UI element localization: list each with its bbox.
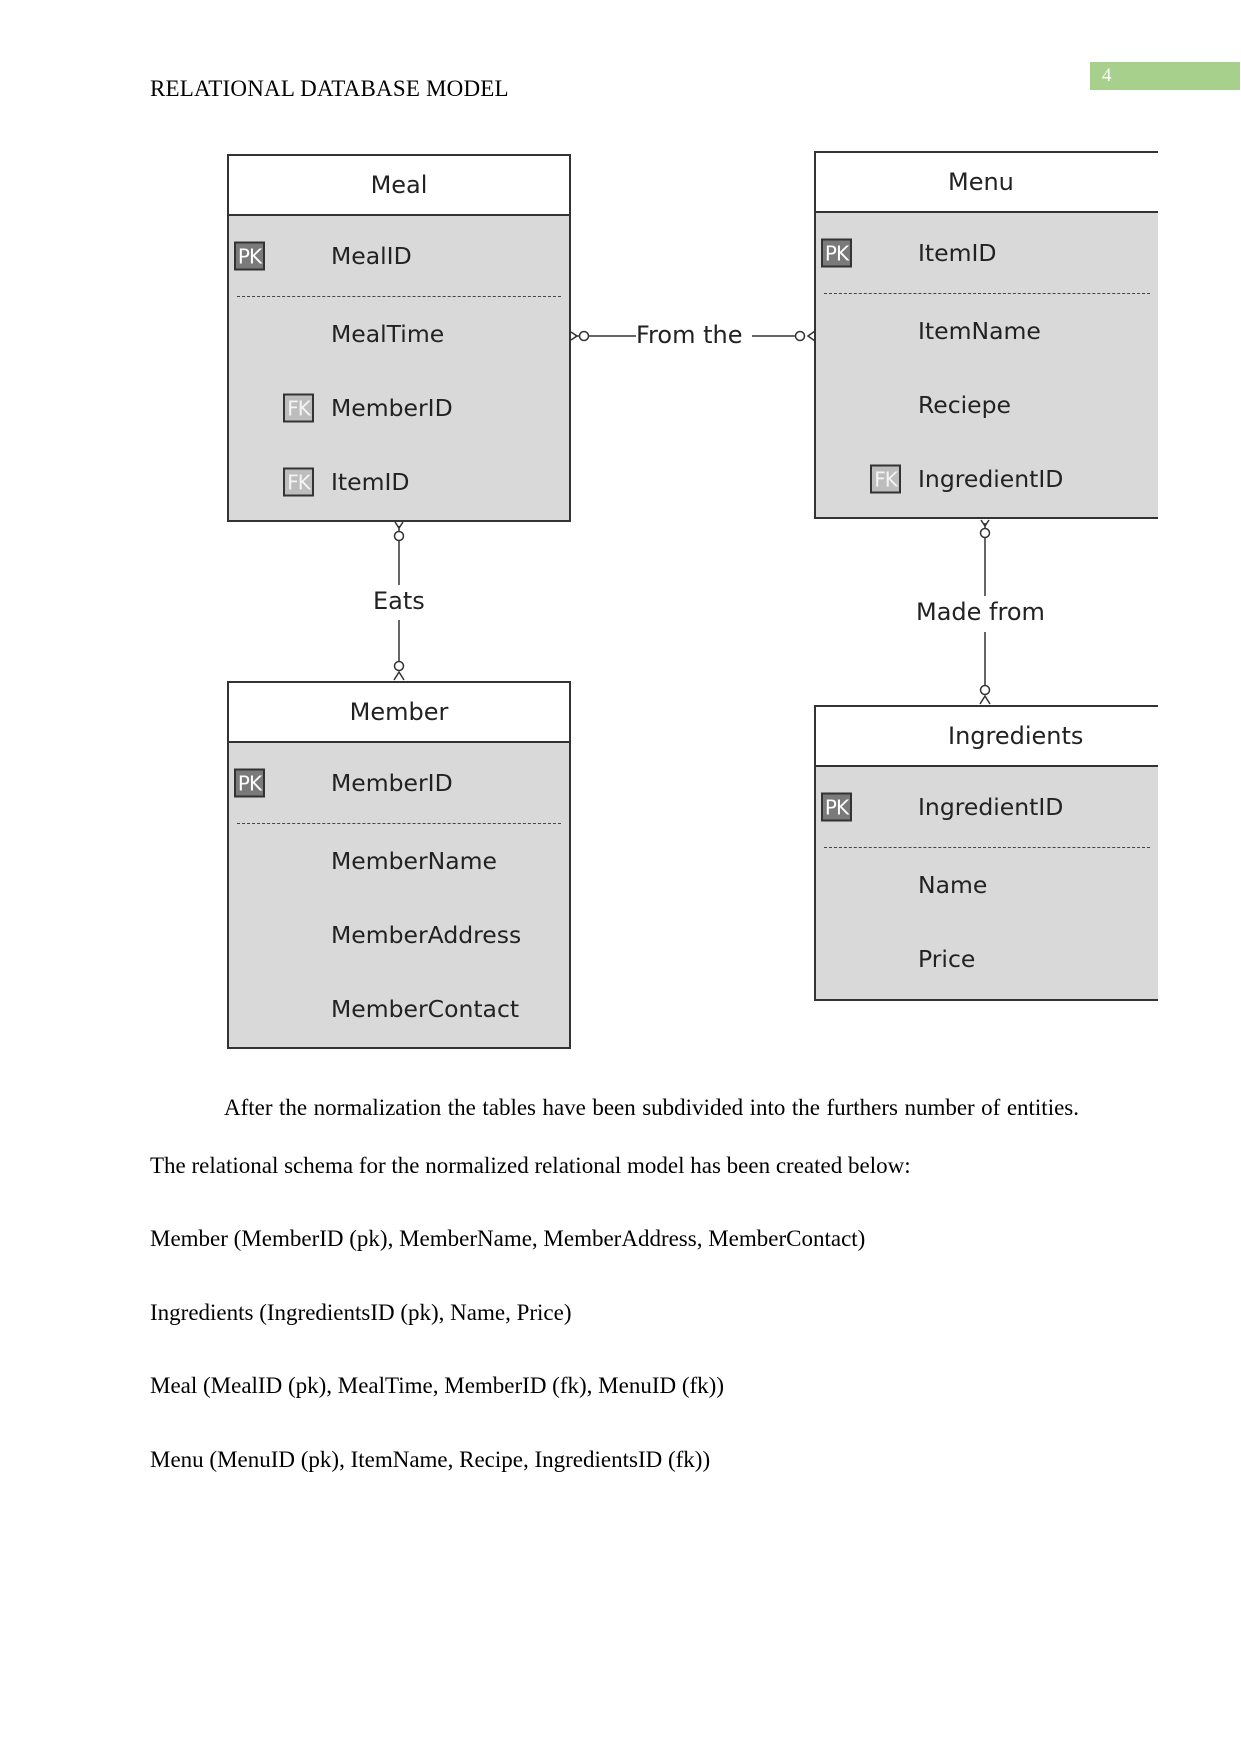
- schema-line-member: Member (MemberID (pk), MemberName, Membe…: [150, 1226, 866, 1251]
- optional-circle-icon: [979, 684, 991, 696]
- attribute-row: MemberAddress: [229, 898, 569, 972]
- attribute-row: FK ItemID: [229, 445, 569, 519]
- foreign-key-icon: FK: [283, 467, 314, 497]
- attribute-name: ItemID: [918, 239, 997, 267]
- entity-title: Member: [229, 683, 569, 743]
- attribute-name: MemberAddress: [331, 921, 522, 949]
- attribute-row: MemberName: [229, 824, 569, 898]
- schema-line-menu: Menu (MenuID (pk), ItemName, Recipe, Ing…: [150, 1447, 711, 1472]
- attribute-name: IngredientID: [918, 793, 1064, 821]
- entity-title: Menu: [816, 153, 1158, 213]
- entity-meal[interactable]: Meal PK MealID MealTime FK MemberID FK I…: [227, 154, 571, 522]
- attribute-name: MemberID: [331, 769, 453, 797]
- entity-ingredients[interactable]: Ingredients PK IngredientID Name Price: [814, 705, 1158, 1001]
- attribute-name: Name: [918, 871, 988, 899]
- primary-key-icon: PK: [234, 768, 265, 798]
- primary-key-icon: PK: [821, 238, 852, 268]
- optional-circle-icon: [393, 660, 405, 672]
- entity-title: Meal: [229, 156, 569, 216]
- attribute-name: MealID: [331, 242, 412, 270]
- attribute-row: MealTime: [229, 297, 569, 371]
- relationship-label-from-the: From the: [636, 321, 743, 349]
- attribute-name: MemberContact: [331, 995, 520, 1023]
- attribute-row: Price: [816, 922, 1158, 996]
- attribute-name: MemberName: [331, 847, 497, 875]
- optional-circle-icon: [979, 527, 991, 539]
- entity-member[interactable]: Member PK MemberID MemberName MemberAddr…: [227, 681, 571, 1049]
- body-paragraph: After the normalization the tables have …: [150, 1079, 1079, 1195]
- attribute-row: Name: [816, 848, 1158, 922]
- attribute-name: Price: [918, 945, 976, 973]
- attribute-row: ItemName: [816, 294, 1158, 368]
- attribute-name: ItemName: [918, 317, 1041, 345]
- er-diagram: Meal PK MealID MealTime FK MemberID FK I…: [0, 0, 1241, 1100]
- foreign-key-icon: FK: [870, 464, 901, 494]
- attribute-row-pk: PK IngredientID: [816, 767, 1158, 847]
- attribute-row: Reciepe: [816, 368, 1158, 442]
- body-paragraph-text: After the normalization the tables have …: [150, 1095, 1079, 1178]
- relationship-label-made-from: Made from: [916, 598, 1045, 626]
- foreign-key-icon: FK: [283, 393, 314, 423]
- attribute-row-pk: PK ItemID: [816, 213, 1158, 293]
- attribute-row: FK MemberID: [229, 371, 569, 445]
- primary-key-icon: PK: [234, 241, 265, 271]
- entity-menu[interactable]: Menu PK ItemID ItemName Reciepe FK Ingre…: [814, 151, 1158, 519]
- attribute-name: MemberID: [331, 394, 453, 422]
- optional-circle-icon: [578, 330, 590, 342]
- attribute-name: Reciepe: [918, 391, 1012, 419]
- crows-foot-icon: [979, 694, 991, 705]
- crows-foot-icon: [393, 670, 405, 681]
- schema-line-ingredients: Ingredients (IngredientsID (pk), Name, P…: [150, 1300, 572, 1325]
- attribute-row-pk: PK MealID: [229, 216, 569, 296]
- attribute-row: MemberContact: [229, 972, 569, 1046]
- attribute-name: ItemID: [331, 468, 410, 496]
- crows-foot-icon: [570, 331, 579, 341]
- relationship-label-eats: Eats: [373, 587, 425, 615]
- optional-circle-icon: [393, 530, 405, 542]
- attribute-name: MealTime: [331, 320, 445, 348]
- attribute-row: FK IngredientID: [816, 442, 1158, 516]
- attribute-row-pk: PK MemberID: [229, 743, 569, 823]
- crows-foot-icon: [394, 521, 404, 530]
- primary-key-icon: PK: [821, 792, 852, 822]
- attribute-name: IngredientID: [918, 465, 1064, 493]
- entity-title: Ingredients: [816, 707, 1158, 767]
- schema-line-meal: Meal (MealID (pk), MealTime, MemberID (f…: [150, 1373, 724, 1398]
- optional-circle-icon: [794, 330, 806, 342]
